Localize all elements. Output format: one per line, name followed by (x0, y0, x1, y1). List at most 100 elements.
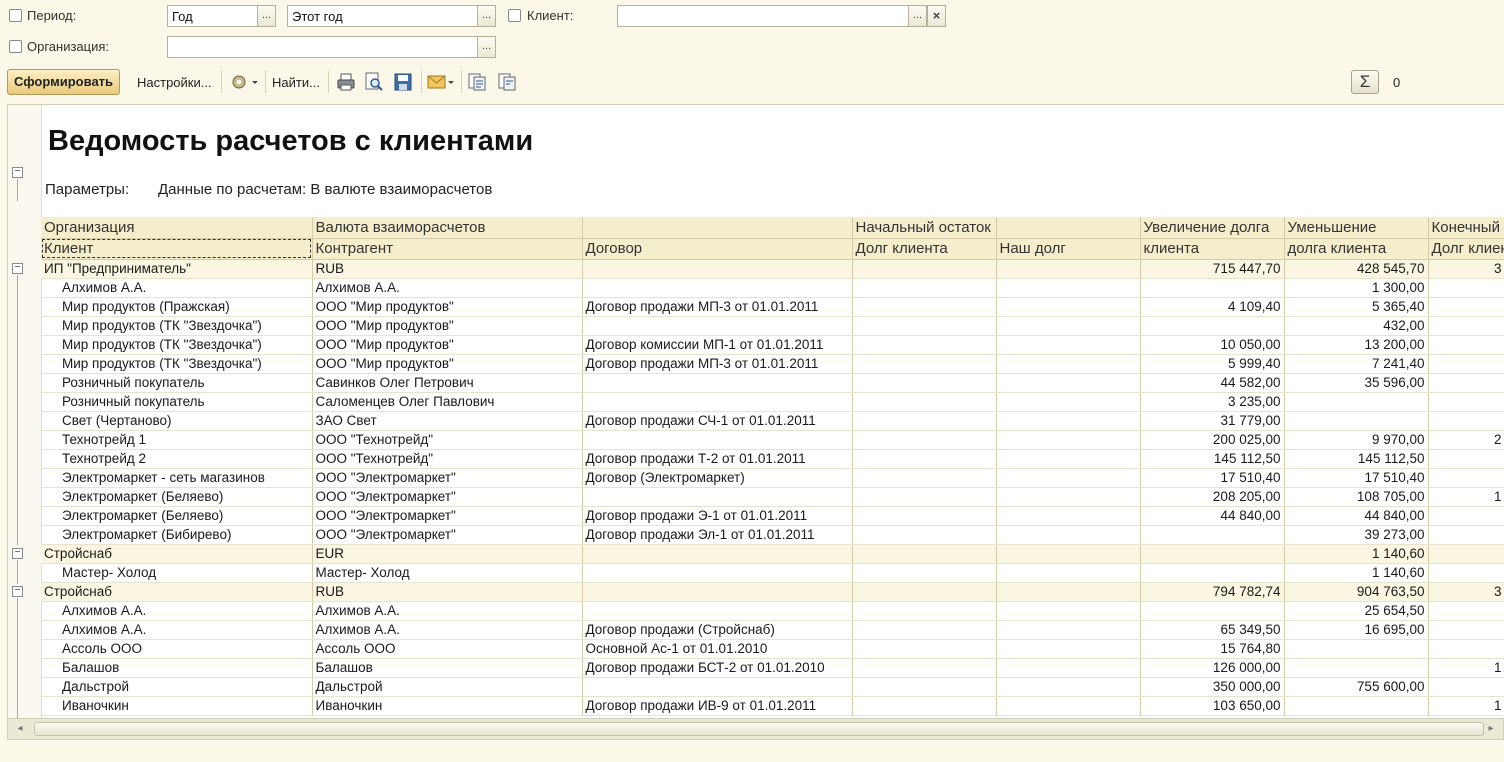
table-cell[interactable] (852, 601, 997, 621)
table-cell[interactable] (582, 582, 853, 602)
table-cell[interactable]: Алхимов А.А. (41, 278, 313, 298)
table-cell[interactable] (1428, 278, 1504, 298)
table-cell[interactable] (996, 373, 1141, 393)
table-cell[interactable]: 3 235,00 (1140, 392, 1285, 412)
table-cell[interactable] (1428, 563, 1504, 583)
table-cell[interactable] (1140, 278, 1285, 298)
table-cell[interactable] (996, 639, 1141, 659)
table-cell[interactable]: Алхимов А.А. (312, 601, 583, 621)
table-cell[interactable] (996, 658, 1141, 678)
table-cell[interactable]: Ассоль ООО (41, 639, 313, 659)
table-cell[interactable]: RUB (312, 582, 583, 602)
table-cell[interactable] (1428, 449, 1504, 469)
table-cell[interactable]: 5 365,40 (1284, 297, 1429, 317)
table-cell[interactable] (996, 316, 1141, 336)
table-cell[interactable] (1284, 696, 1429, 716)
table-cell[interactable]: Договор продажи СЧ-1 от 01.01.2011 (582, 411, 853, 431)
table-cell[interactable]: 126 000,00 (1140, 658, 1285, 678)
column-header[interactable]: Валюта взаиморасчетов (312, 217, 583, 239)
table-cell[interactable] (852, 506, 997, 526)
table-cell[interactable] (582, 392, 853, 412)
table-cell[interactable] (852, 335, 997, 355)
table-cell[interactable] (1284, 392, 1429, 412)
table-cell[interactable] (852, 430, 997, 450)
table-cell[interactable] (996, 297, 1141, 317)
column-header[interactable] (582, 217, 853, 239)
table-cell[interactable]: Иваночкин (312, 696, 583, 716)
table-cell[interactable]: Договор комиссии МП-1 от 01.01.2011 (582, 335, 853, 355)
column-header[interactable]: Конечный (1428, 217, 1504, 239)
table-cell[interactable]: ООО "Электромаркет" (312, 468, 583, 488)
table-cell[interactable]: Мир продуктов (Пражская) (41, 297, 313, 317)
table-cell[interactable] (1428, 297, 1504, 317)
organization-field[interactable] (167, 36, 478, 58)
table-cell[interactable] (852, 563, 997, 583)
table-cell[interactable] (996, 449, 1141, 469)
header-collapse-icon[interactable]: − (12, 167, 23, 178)
table-cell[interactable]: Договор продажи ИВ-9 от 01.01.2011 (582, 696, 853, 716)
group-collapse-icon[interactable]: − (12, 263, 23, 274)
group-collapse-icon[interactable]: − (12, 586, 23, 597)
column-header[interactable]: Увеличение долга (1140, 217, 1285, 239)
column-header[interactable]: Начальный остаток (852, 217, 997, 239)
table-cell[interactable] (1428, 354, 1504, 374)
table-cell[interactable]: 44 840,00 (1140, 506, 1285, 526)
table-cell[interactable]: 208 205,00 (1140, 487, 1285, 507)
table-cell[interactable]: Алхимов А.А. (312, 278, 583, 298)
table-cell[interactable]: Договор (Электромаркет) (582, 468, 853, 488)
table-cell[interactable]: 904 763,50 (1284, 582, 1429, 602)
table-cell[interactable]: 755 600,00 (1284, 677, 1429, 697)
table-cell[interactable] (996, 354, 1141, 374)
table-cell[interactable]: EUR (312, 544, 583, 564)
table-cell[interactable] (852, 658, 997, 678)
table-cell[interactable] (1428, 506, 1504, 526)
table-cell[interactable] (1140, 316, 1285, 336)
table-cell[interactable]: Ассоль ООО (312, 639, 583, 659)
table-cell[interactable] (852, 525, 997, 545)
table-cell[interactable] (996, 601, 1141, 621)
table-cell[interactable]: 9 970,00 (1284, 430, 1429, 450)
table-cell[interactable] (852, 677, 997, 697)
table-cell[interactable]: 145 112,50 (1284, 449, 1429, 469)
table-cell[interactable]: 1 (1428, 487, 1504, 507)
table-cell[interactable] (852, 354, 997, 374)
table-cell[interactable] (1140, 601, 1285, 621)
table-cell[interactable] (852, 696, 997, 716)
table-cell[interactable]: Электромаркет - сеть магазинов (41, 468, 313, 488)
table-cell[interactable]: ЗАО Свет (312, 411, 583, 431)
table-cell[interactable] (996, 677, 1141, 697)
table-cell[interactable]: 350 000,00 (1140, 677, 1285, 697)
table-cell[interactable]: Электромаркет (Бибирево) (41, 525, 313, 545)
column-header[interactable]: Долг клиента (852, 238, 997, 260)
table-cell[interactable] (1428, 677, 1504, 697)
table-cell[interactable]: ООО "Мир продуктов" (312, 335, 583, 355)
scroll-left-icon[interactable]: ◂ (12, 721, 28, 737)
table-cell[interactable] (1284, 639, 1429, 659)
table-cell[interactable] (996, 506, 1141, 526)
table-cell[interactable]: ООО "Мир продуктов" (312, 354, 583, 374)
scrollbar-thumb[interactable] (34, 722, 1484, 736)
table-cell[interactable]: 2 (1428, 430, 1504, 450)
table-cell[interactable] (852, 392, 997, 412)
table-cell[interactable] (1428, 544, 1504, 564)
table-cell[interactable] (996, 487, 1141, 507)
table-cell[interactable]: 44 840,00 (1284, 506, 1429, 526)
table-cell[interactable] (852, 487, 997, 507)
preview-icon[interactable] (364, 72, 384, 92)
table-cell[interactable] (582, 544, 853, 564)
table-cell[interactable]: 103 650,00 (1140, 696, 1285, 716)
table-cell[interactable]: 428 545,70 (1284, 259, 1429, 279)
table-cell[interactable]: ООО "Технотрейд" (312, 430, 583, 450)
table-cell[interactable]: Технотрейд 1 (41, 430, 313, 450)
table-cell[interactable]: Алхимов А.А. (41, 620, 313, 640)
table-cell[interactable] (582, 677, 853, 697)
table-cell[interactable] (996, 430, 1141, 450)
print-icon[interactable] (336, 72, 356, 92)
table-cell[interactable]: Свет (Чертаново) (41, 411, 313, 431)
table-cell[interactable]: 1 140,60 (1284, 563, 1429, 583)
table-cell[interactable]: Алхимов А.А. (312, 620, 583, 640)
client-checkbox[interactable] (508, 9, 521, 22)
table-cell[interactable]: Договор продажи Эл-1 от 01.01.2011 (582, 525, 853, 545)
save-icon[interactable] (393, 72, 413, 92)
table-cell[interactable]: 5 999,40 (1140, 354, 1285, 374)
